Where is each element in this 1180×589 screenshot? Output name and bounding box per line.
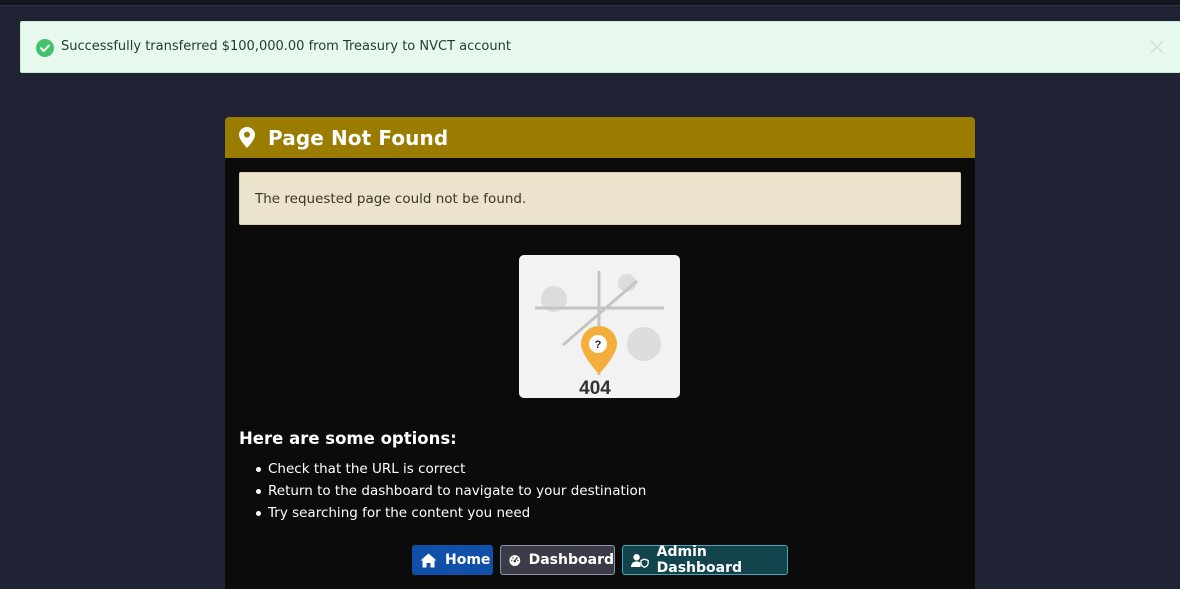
top-bar <box>0 0 1180 6</box>
option-return-dashboard: Return to the dashboard to navigate to y… <box>239 482 646 504</box>
admin-dashboard-button-label: Admin Dashboard <box>656 544 743 576</box>
map-circle-right <box>627 327 661 361</box>
option-check-url: Check that the URL is correct <box>239 460 646 482</box>
map-pin-icon <box>239 127 255 148</box>
gauge-icon <box>509 554 521 566</box>
card-header: Page Not Found <box>225 117 975 158</box>
question-marker-icon: ? <box>581 326 617 373</box>
success-toast: Successfully transferred $100,000.00 fro… <box>20 21 1180 73</box>
toast-message: Successfully transferred $100,000.00 fro… <box>61 39 511 54</box>
home-button[interactable]: Home <box>412 545 493 575</box>
options-heading: Here are some options: <box>239 429 457 448</box>
user-shield-icon <box>631 553 649 568</box>
option-try-search: Try searching for the content you need <box>239 504 646 526</box>
not-found-card: Page Not Found The requested page could … <box>225 117 975 589</box>
dashboard-button[interactable]: Dashboard <box>500 545 615 575</box>
check-circle-icon <box>36 39 54 57</box>
alert-message: The requested page could not be found. <box>255 191 527 207</box>
home-button-label: Home <box>445 552 491 568</box>
not-found-alert: The requested page could not be found. <box>239 172 961 225</box>
error-code: 404 <box>579 378 611 398</box>
dashboard-button-label: Dashboard <box>528 552 614 568</box>
marker-label: ? <box>595 339 602 351</box>
404-illustration: ? 404 <box>519 255 680 398</box>
admin-dashboard-button[interactable]: Admin Dashboard <box>622 544 788 576</box>
home-icon <box>420 553 437 567</box>
page-title: Page Not Found <box>268 125 449 150</box>
options-list: Check that the URL is correct Return to … <box>239 460 646 526</box>
close-icon[interactable] <box>1150 40 1164 54</box>
